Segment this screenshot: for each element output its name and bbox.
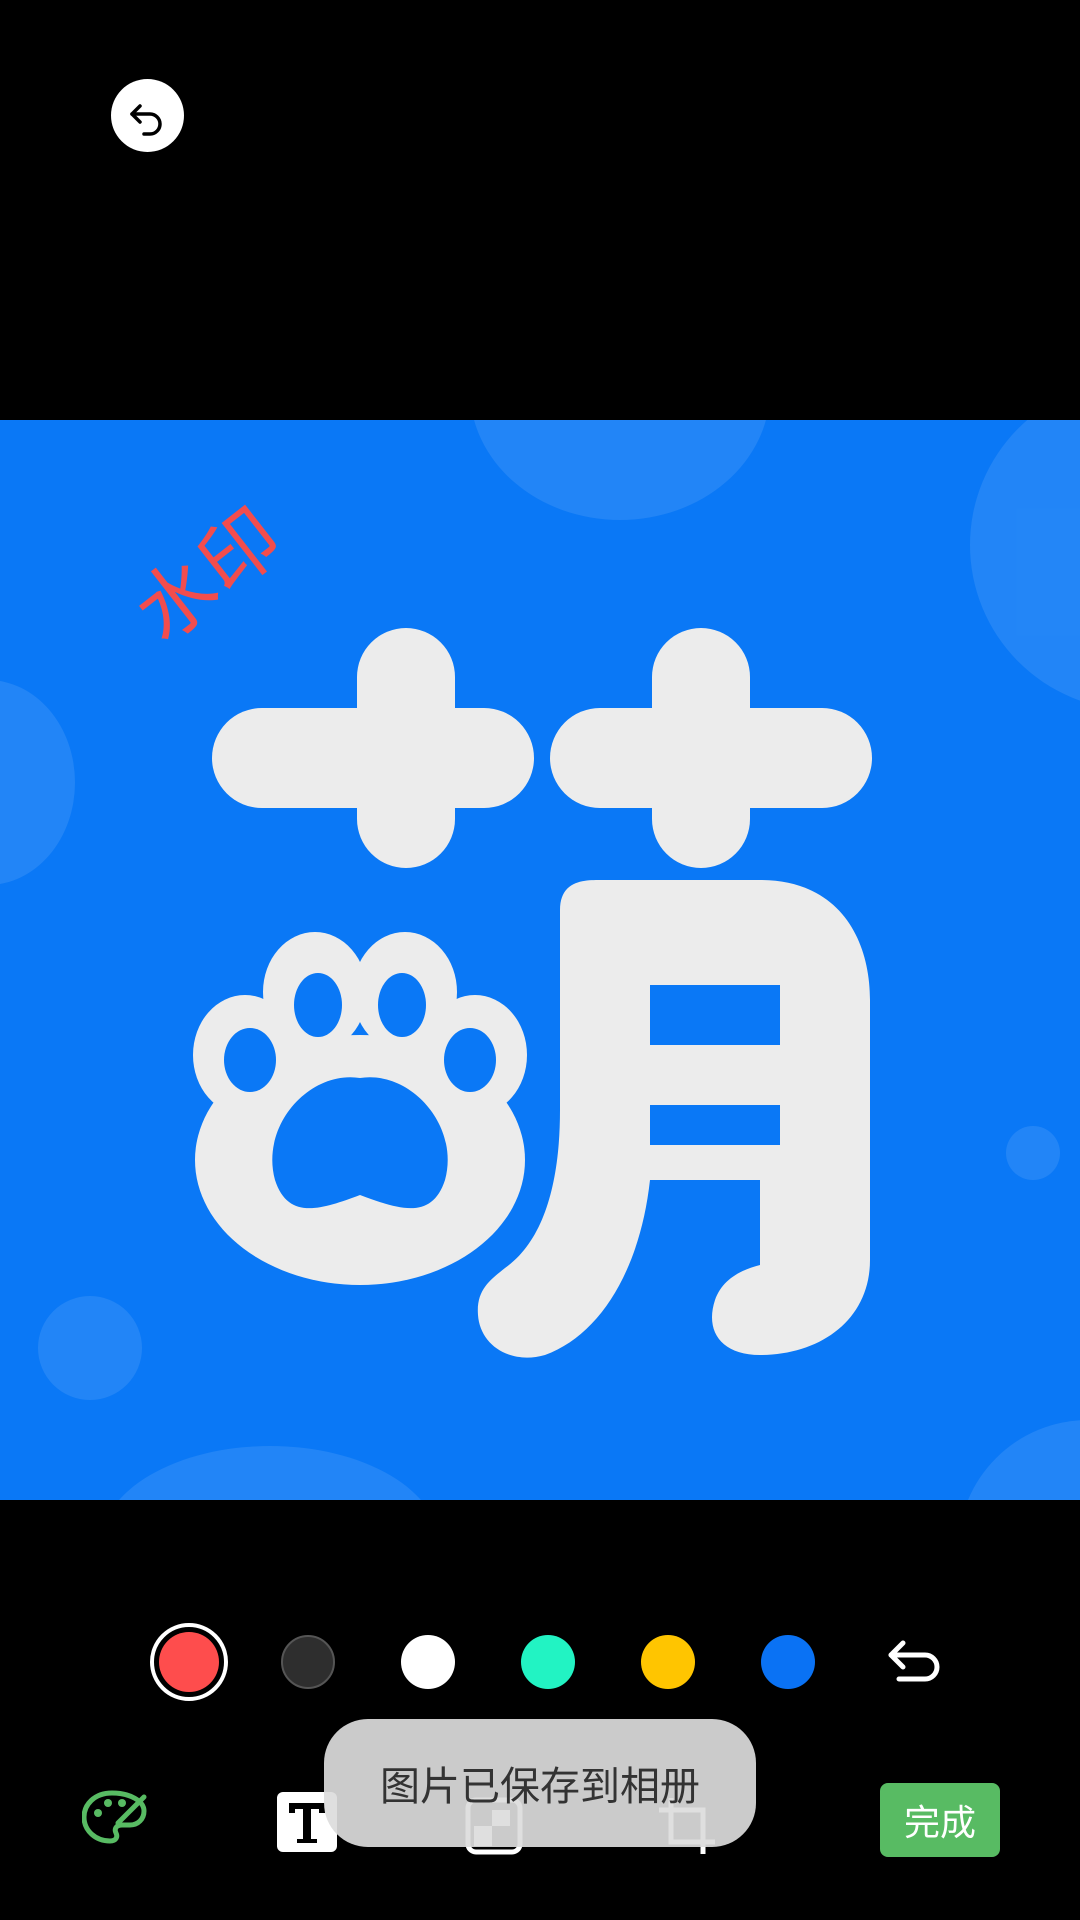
back-arrow-icon	[129, 103, 162, 136]
color-swatch-dark-gray[interactable]	[281, 1635, 335, 1689]
color-swatch-blue[interactable]	[761, 1635, 815, 1689]
back-button[interactable]	[111, 79, 184, 152]
text-icon	[289, 1803, 325, 1843]
palette-icon	[82, 1790, 147, 1844]
done-button[interactable]: 完成	[880, 1783, 1000, 1857]
color-palette	[0, 1623, 1080, 1701]
color-swatch-teal[interactable]	[521, 1635, 575, 1689]
color-swatch-white[interactable]	[401, 1635, 455, 1689]
undo-button[interactable]	[886, 1632, 946, 1692]
color-swatch-red[interactable]	[150, 1623, 228, 1701]
paint-tool-button[interactable]	[80, 1782, 150, 1852]
color-swatch-yellow[interactable]	[641, 1635, 695, 1689]
toast-message: 图片已保存到相册	[324, 1719, 756, 1847]
undo-icon	[888, 1640, 940, 1682]
